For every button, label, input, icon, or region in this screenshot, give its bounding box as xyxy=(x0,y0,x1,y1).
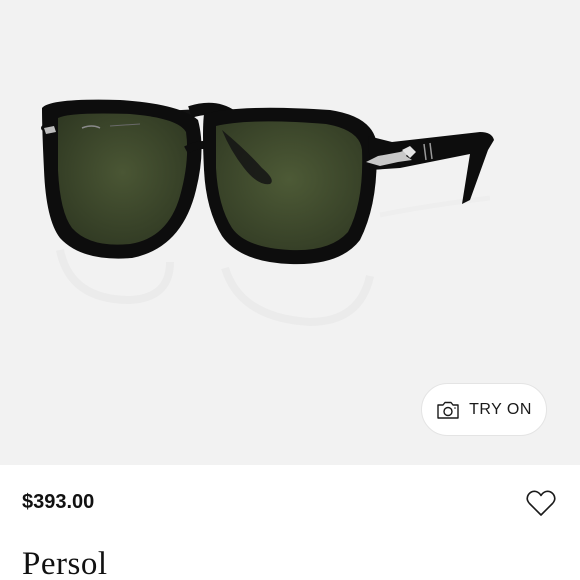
product-page: TRY ON $393.00 Persol xyxy=(0,0,580,580)
camera-icon xyxy=(437,401,459,419)
product-brand: Persol xyxy=(22,546,108,580)
product-image-area: TRY ON xyxy=(0,0,580,465)
product-price: $393.00 xyxy=(22,491,95,513)
heart-outline-icon[interactable] xyxy=(526,489,556,517)
try-on-button[interactable]: TRY ON xyxy=(421,383,547,436)
try-on-label: TRY ON xyxy=(469,400,532,418)
